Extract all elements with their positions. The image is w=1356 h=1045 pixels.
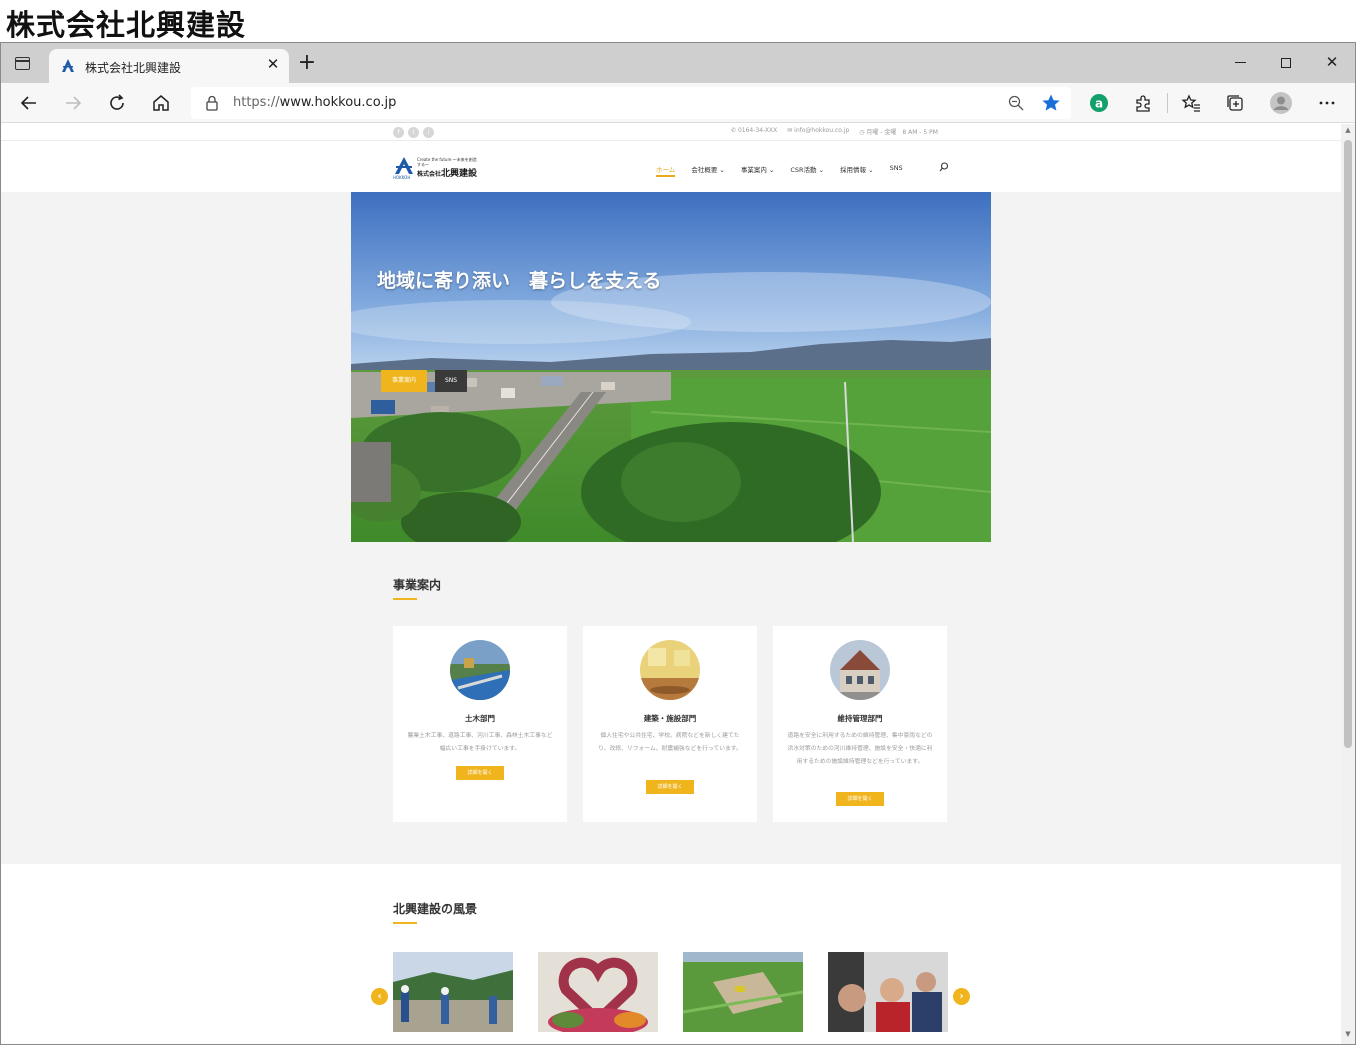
forward-icon[interactable] xyxy=(61,91,85,115)
extension-a-icon[interactable]: a xyxy=(1087,91,1111,115)
business-section-title: 事業案内 xyxy=(393,578,442,592)
page-scrollbar[interactable]: ▲ ▼ xyxy=(1341,124,1355,1044)
new-tab-button[interactable]: + xyxy=(297,52,317,74)
instagram-icon[interactable]: i xyxy=(423,127,434,138)
social-links: f t i xyxy=(393,127,434,138)
hero-banner: 地域に寄り添い 暮らしを支える 事業案内 SNS xyxy=(351,192,991,542)
tab-close-icon[interactable]: ✕ xyxy=(265,56,281,72)
building-details-button[interactable]: 詳細を開く xyxy=(646,780,694,794)
nav-company[interactable]: 会社概要 ⌄ xyxy=(691,164,725,174)
browser-window: 株式会社北興建設 ✕ + ✕ https://www.hokkou.co.jp … xyxy=(0,42,1356,1045)
more-menu-icon[interactable] xyxy=(1315,91,1339,115)
scrollbar-thumb[interactable] xyxy=(1344,140,1352,748)
home-icon[interactable] xyxy=(149,91,173,115)
refresh-icon[interactable] xyxy=(105,91,129,115)
building-card-title: 建築・施設部門 xyxy=(643,714,697,723)
scenery-section-title: 北興建設の風景 xyxy=(393,902,478,916)
logo-sub-text: HOKKOH xyxy=(393,175,411,180)
civil-details-button[interactable]: 詳細を開く xyxy=(456,766,504,780)
hours-text: ◷ 月曜 - 金曜 8 AM - 5 PM xyxy=(859,129,938,136)
phone-text: ✆ 0164-34-XXX xyxy=(731,127,778,134)
nav-home[interactable]: ホーム xyxy=(656,164,676,177)
nav-csr[interactable]: CSR活動 ⌄ xyxy=(790,164,824,174)
hero-sns-button[interactable]: SNS xyxy=(435,370,467,392)
facebook-icon[interactable]: f xyxy=(393,127,404,138)
document-title: 株式会社北興建設 xyxy=(6,8,247,42)
civil-engineering-image xyxy=(450,640,510,700)
nav-sns[interactable]: SNS xyxy=(890,164,903,174)
hero-title: 地域に寄り添い 暮らしを支える xyxy=(377,270,662,292)
hero-landscape-image xyxy=(351,192,991,542)
back-icon[interactable] xyxy=(17,91,41,115)
close-window-button[interactable]: ✕ xyxy=(1309,49,1355,75)
tab-title: 株式会社北興建設 xyxy=(85,61,182,75)
business-card-building: 建築・施設部門 個人住宅や公共住宅、学校、病院などを新しく建てたり、改修、リフォ… xyxy=(583,626,757,822)
logo-company-name: 株式会社北興建設 xyxy=(417,169,478,179)
lock-icon[interactable] xyxy=(205,95,219,111)
svg-text:a: a xyxy=(1095,97,1103,111)
gallery-photo-3[interactable] xyxy=(683,952,803,1032)
building-department-image xyxy=(640,640,700,700)
business-card-civil: 土木部門 農業土木工事、道路工事、河川工事、森林土木工事など幅広い工事を手掛けて… xyxy=(393,626,567,822)
gallery-prev-icon[interactable]: ‹ xyxy=(371,988,388,1005)
url-text[interactable]: https://www.hokkou.co.jp xyxy=(233,95,396,110)
tab-bar: 株式会社北興建設 ✕ + ✕ xyxy=(1,43,1355,83)
favorites-icon[interactable] xyxy=(1179,91,1203,115)
maintenance-card-description: 道路を安全に利用するための維持管理、集中豪雨などの洪水対策のための河川維持管理、… xyxy=(787,733,933,765)
twitter-icon[interactable]: t xyxy=(408,127,419,138)
contact-info: ✆ 0164-34-XXX ✉ info@hokkou.co.jp ◷ 月曜 -… xyxy=(731,127,938,136)
minimize-button[interactable] xyxy=(1217,49,1263,75)
maintenance-card-title: 維持管理部門 xyxy=(837,714,883,723)
scroll-down-icon[interactable]: ▼ xyxy=(1344,1030,1352,1040)
scenery-title-underline xyxy=(393,922,417,924)
nav-recruit[interactable]: 採用情報 ⌄ xyxy=(840,164,874,174)
business-title-underline xyxy=(393,598,417,600)
page-viewport: f t i ✆ 0164-34-XXX ✉ info@hokkou.co.jp … xyxy=(1,124,1341,1044)
address-bar[interactable]: https://www.hokkou.co.jp xyxy=(191,87,1071,119)
nav-business[interactable]: 事業案内 ⌄ xyxy=(741,164,775,174)
gallery-photo-2[interactable] xyxy=(538,952,658,1032)
extensions-puzzle-icon[interactable] xyxy=(1131,91,1155,115)
maintenance-details-button[interactable]: 詳細を開く xyxy=(836,792,884,806)
civil-card-title: 土木部門 xyxy=(465,714,495,723)
maximize-button[interactable] xyxy=(1263,49,1309,75)
civil-card-description: 農業土木工事、道路工事、河川工事、森林土木工事など幅広い工事を手掛けています。 xyxy=(407,733,553,752)
gallery-next-icon[interactable]: › xyxy=(953,988,970,1005)
gallery-photo-1[interactable] xyxy=(393,952,513,1032)
zoom-icon[interactable] xyxy=(1007,94,1025,112)
business-card-maintenance: 維持管理部門 道路を安全に利用するための維持管理、集中豪雨などの洪水対策のための… xyxy=(773,626,947,822)
gallery-photo-4[interactable] xyxy=(828,952,948,1032)
favorite-star-icon[interactable] xyxy=(1041,93,1061,113)
email-link[interactable]: ✉ info@hokkou.co.jp xyxy=(787,127,849,136)
site-favicon-icon xyxy=(62,59,74,72)
browser-tab-active[interactable]: 株式会社北興建設 ✕ xyxy=(49,49,289,83)
site-logo[interactable]: Create the future ～未来を創造する～ 株式会社北興建設 HOK… xyxy=(393,156,483,180)
main-nav: ホーム 会社概要 ⌄ 事業案内 ⌄ CSR活動 ⌄ 採用情報 ⌄ SNS xyxy=(656,164,919,177)
building-card-description: 個人住宅や公共住宅、学校、病院などを新しく建てたり、改修、リフォーム、耐震補強な… xyxy=(598,733,742,752)
hero-business-button[interactable]: 事業案内 xyxy=(381,370,427,392)
search-icon[interactable] xyxy=(939,162,949,172)
maintenance-department-image xyxy=(830,640,890,700)
collections-icon[interactable] xyxy=(1223,91,1247,115)
scroll-up-icon[interactable]: ▲ xyxy=(1344,126,1352,136)
top-info-bar: f t i ✆ 0164-34-XXX ✉ info@hokkou.co.jp … xyxy=(1,124,1341,141)
tab-actions-icon[interactable] xyxy=(13,55,33,73)
browser-toolbar: https://www.hokkou.co.jp a xyxy=(1,83,1355,123)
site-header: Create the future ～未来を創造する～ 株式会社北興建設 HOK… xyxy=(1,142,1341,192)
toolbar-separator xyxy=(1167,93,1168,113)
profile-avatar-icon[interactable] xyxy=(1269,91,1293,115)
